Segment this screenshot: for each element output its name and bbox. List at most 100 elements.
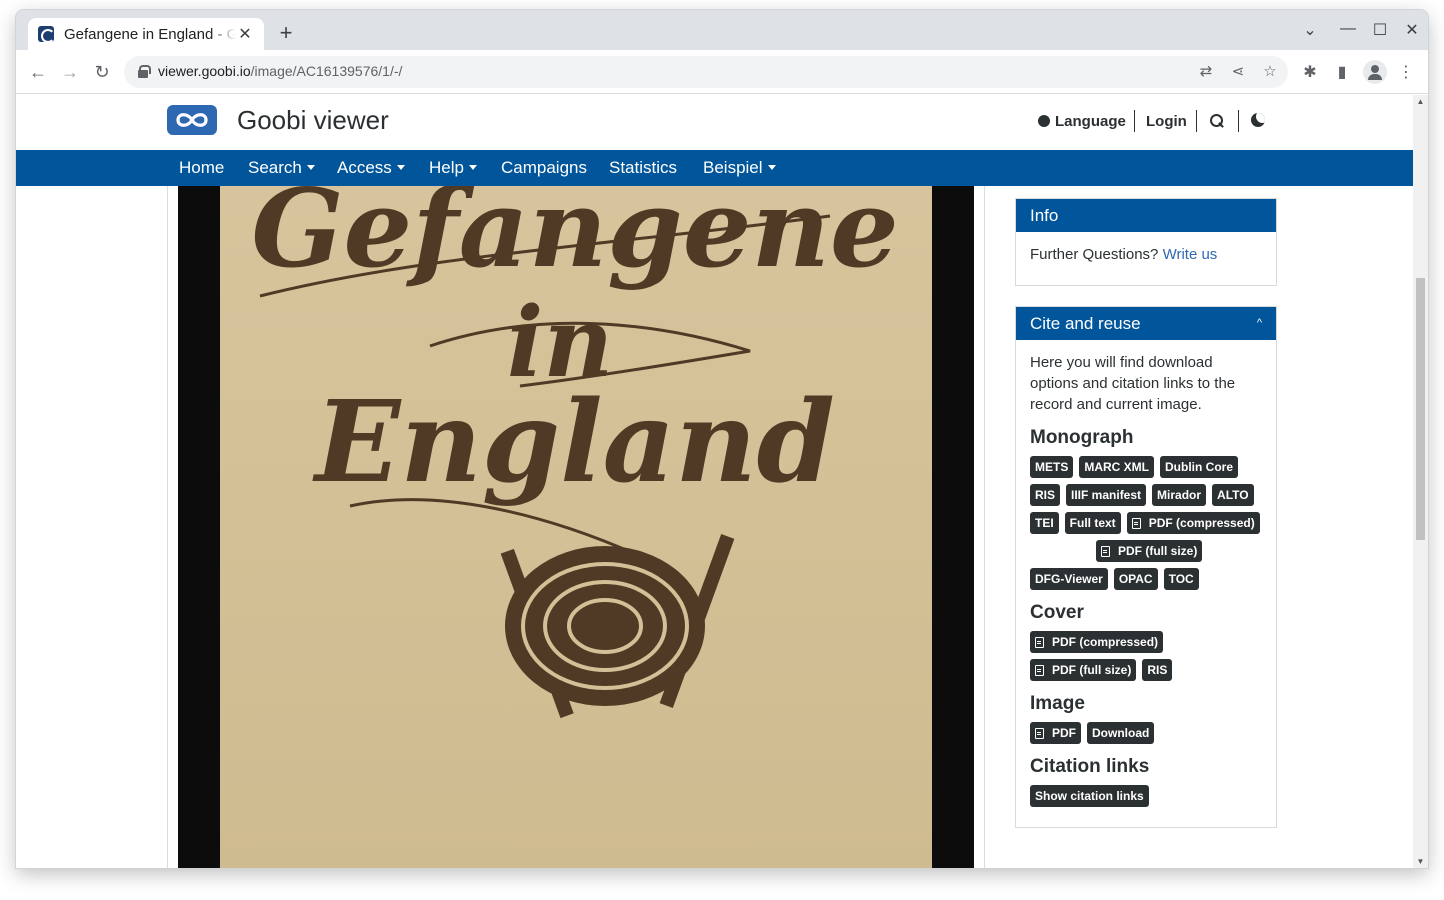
main-navigation: Home Search Access Help Campaigns Statis…	[16, 150, 1413, 186]
cover-pdf-compressed-badge[interactable]: PDF (compressed)	[1030, 631, 1164, 653]
lock-icon	[138, 65, 151, 78]
pdf-compressed-badge[interactable]: PDF (compressed)	[1126, 512, 1260, 534]
cite-intro-text: Here you will find download options and …	[1030, 354, 1236, 413]
pdf-full-size-badge[interactable]: PDF (full size)	[1096, 540, 1203, 562]
alto-badge[interactable]: ALTO	[1212, 484, 1254, 506]
brand-title[interactable]: Goobi viewer	[237, 105, 389, 136]
minimize-button[interactable]: —	[1338, 20, 1358, 38]
address-bar[interactable]: viewer.goobi.io/image/AC16139576/1/-/ ⇄ …	[124, 56, 1288, 88]
header-divider	[1196, 110, 1197, 132]
nav-search[interactable]: Search	[248, 158, 315, 178]
sidebar: Info Further Questions? Write us Cite an…	[1015, 198, 1277, 848]
maximize-button[interactable]: ☐	[1370, 20, 1390, 40]
ris-badge[interactable]: RIS	[1030, 484, 1061, 506]
wrap-spacer	[1169, 631, 1229, 653]
image-heading: Image	[1030, 693, 1085, 714]
write-us-link[interactable]: Write us	[1163, 246, 1218, 263]
header-divider	[1238, 110, 1239, 132]
page-scrollbar[interactable]: ▲ ▼	[1413, 95, 1428, 868]
forward-arrow-icon[interactable]: →	[58, 60, 82, 84]
book-cover-scan[interactable]: Gefangene in England	[178, 186, 974, 868]
nav-campaigns[interactable]: Campaigns	[501, 158, 587, 178]
nav-beispiel[interactable]: Beispiel	[703, 158, 776, 178]
info-widget: Info Further Questions? Write us	[1015, 198, 1277, 286]
opac-badge[interactable]: OPAC	[1113, 568, 1158, 590]
share-icon[interactable]: ⋖	[1228, 62, 1248, 80]
globe-icon	[1038, 115, 1050, 127]
goobi-logo-icon[interactable]	[167, 105, 217, 135]
image-badges: PDF Download	[1030, 722, 1266, 744]
show-citation-links-button[interactable]: Show citation links	[1030, 785, 1149, 807]
cover-heading: Cover	[1030, 602, 1084, 623]
citation-links-heading: Citation links	[1030, 756, 1150, 777]
tei-badge[interactable]: TEI	[1030, 512, 1059, 534]
pdf-file-icon	[1101, 545, 1110, 557]
cite-reuse-header[interactable]: Cite and reuse ^	[1016, 307, 1276, 340]
nav-access[interactable]: Access	[337, 158, 405, 178]
browser-tab[interactable]: Gefangene in England - Goobi viewer ✕	[28, 18, 264, 50]
chevron-up-icon[interactable]: ^	[1257, 307, 1262, 340]
caret-down-icon	[767, 165, 776, 170]
profile-avatar-icon[interactable]	[1363, 60, 1387, 84]
browser-window: Gefangene in England - Goobi viewer ✕ + …	[16, 10, 1428, 868]
cover-ris-badge[interactable]: RIS	[1142, 659, 1173, 681]
url-text[interactable]: viewer.goobi.io/image/AC16139576/1/-/	[158, 63, 402, 79]
bookmark-star-icon[interactable]: ☆	[1260, 62, 1280, 80]
browser-toolbar: ← → ↻ viewer.goobi.io/image/AC16139576/1…	[16, 50, 1428, 94]
mirador-badge[interactable]: Mirador	[1152, 484, 1207, 506]
pdf-file-icon	[1035, 636, 1044, 648]
info-widget-title: Info	[1016, 199, 1276, 232]
cover-pdf-full-size-badge[interactable]: PDF (full size)	[1030, 659, 1137, 681]
info-text: Further Questions?	[1030, 246, 1159, 263]
tab-list-button[interactable]: ⌄	[1300, 20, 1320, 40]
site-header: Goobi viewer Language Login	[16, 95, 1413, 150]
header-divider	[1134, 110, 1135, 132]
back-arrow-icon[interactable]: ←	[26, 60, 50, 84]
iiif-manifest-badge[interactable]: IIIF manifest	[1066, 484, 1147, 506]
new-tab-button[interactable]: +	[274, 22, 298, 44]
dark-mode-moon-icon[interactable]	[1251, 113, 1265, 127]
nav-help[interactable]: Help	[429, 158, 477, 178]
cover-paper: Gefangene in England	[220, 186, 932, 868]
caret-down-icon	[306, 165, 315, 170]
cover-title-line-3: England	[312, 377, 835, 508]
wrap-spacer	[1030, 540, 1090, 562]
page-viewport: Goobi viewer Language Login Home Search …	[16, 95, 1428, 868]
scroll-down-arrow-icon[interactable]: ▼	[1413, 857, 1428, 866]
pdf-file-icon	[1035, 664, 1044, 676]
pdf-file-icon	[1131, 517, 1141, 529]
search-icon[interactable]	[1209, 113, 1225, 129]
language-menu[interactable]: Language	[1038, 113, 1126, 130]
goobi-favicon-icon	[38, 26, 55, 43]
login-link[interactable]: Login	[1146, 113, 1187, 130]
full-text-badge[interactable]: Full text	[1064, 512, 1121, 534]
image-pdf-badge[interactable]: PDF	[1030, 722, 1081, 744]
citation-badges: Show citation links	[1030, 785, 1266, 807]
tab-close-icon[interactable]: ✕	[236, 24, 254, 44]
translate-icon[interactable]: ⇄	[1196, 62, 1216, 80]
menu-kebab-icon[interactable]: ⋮	[1395, 62, 1417, 82]
extensions-icon[interactable]: ✱	[1299, 62, 1321, 82]
caret-down-icon	[468, 165, 477, 170]
pdf-file-icon	[1035, 727, 1044, 739]
image-download-badge[interactable]: Download	[1087, 722, 1155, 744]
monograph-heading: Monograph	[1030, 427, 1134, 448]
dublin-core-badge[interactable]: Dublin Core	[1160, 456, 1239, 478]
scrollbar-thumb[interactable]	[1416, 278, 1425, 540]
dfg-viewer-badge[interactable]: DFG-Viewer	[1030, 568, 1108, 590]
reload-icon[interactable]: ↻	[90, 60, 114, 84]
side-panel-icon[interactable]: ▮	[1331, 62, 1353, 82]
cite-reuse-widget: Cite and reuse ^ Here you will find down…	[1015, 306, 1277, 828]
caret-down-icon	[396, 165, 405, 170]
scroll-up-arrow-icon[interactable]: ▲	[1413, 97, 1428, 106]
nav-home[interactable]: Home	[179, 158, 224, 178]
nav-statistics[interactable]: Statistics	[609, 158, 677, 178]
cover-badges: PDF (compressed) PDF (full size) RIS	[1030, 631, 1266, 681]
mets-badge[interactable]: METS	[1030, 456, 1074, 478]
monograph-badges: METS MARC XML Dublin Core RIS IIIF manif…	[1030, 456, 1266, 590]
marc-xml-badge[interactable]: MARC XML	[1079, 456, 1155, 478]
window-close-button[interactable]: ✕	[1402, 20, 1422, 40]
tab-title: Gefangene in England - Goobi viewer	[64, 25, 236, 43]
toc-badge[interactable]: TOC	[1163, 568, 1199, 590]
barbed-wire-coil-icon	[500, 534, 735, 719]
